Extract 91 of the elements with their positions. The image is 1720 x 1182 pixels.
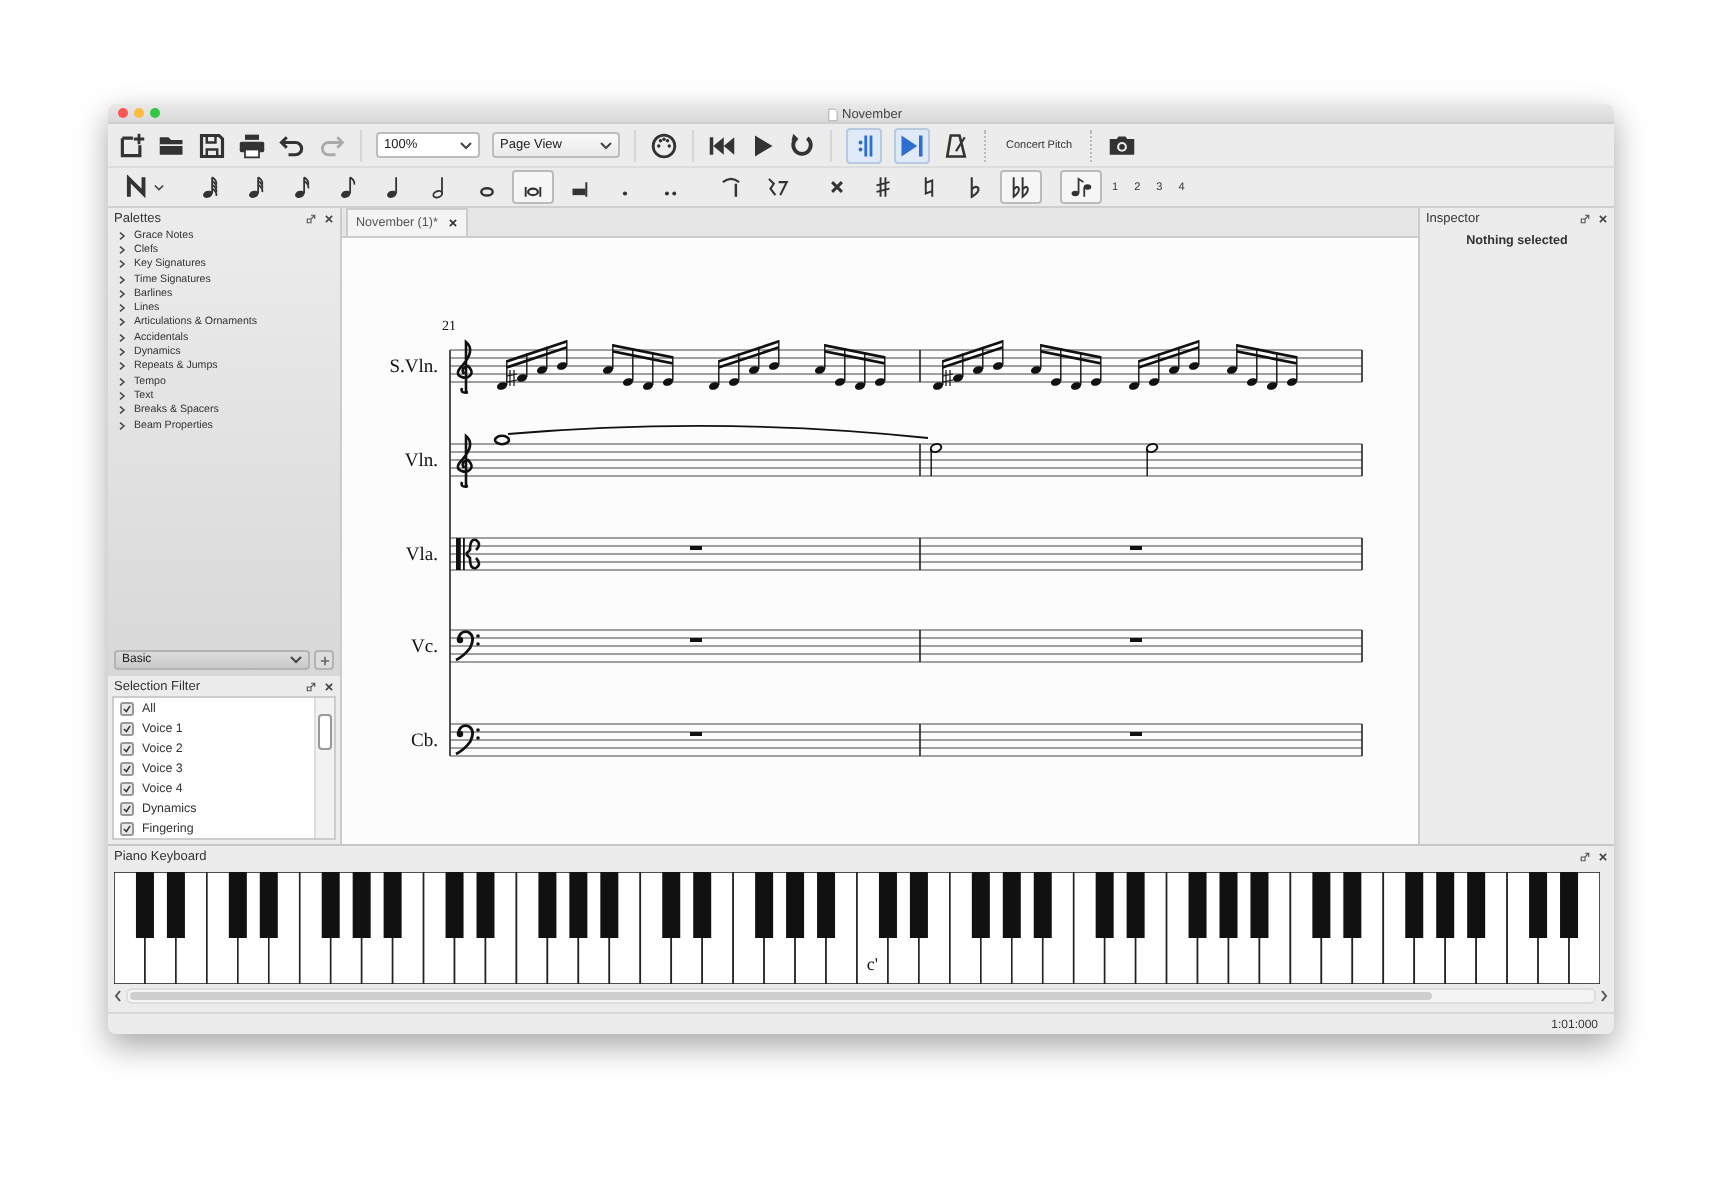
piano-key[interactable] — [1250, 872, 1269, 938]
piano-key[interactable] — [1560, 872, 1579, 938]
camera-icon[interactable] — [1108, 131, 1137, 159]
close-icon[interactable] — [324, 681, 334, 691]
piano-key[interactable] — [817, 872, 836, 938]
caret-icon — [290, 656, 302, 664]
float-icon[interactable] — [306, 213, 316, 223]
instrument-name: Vla. — [405, 546, 438, 566]
chevron-icon[interactable] — [118, 245, 126, 254]
piano-key[interactable] — [1343, 872, 1362, 938]
treble-clef-icon — [456, 434, 473, 490]
chevron-icon[interactable] — [118, 421, 126, 429]
double-flat-icon[interactable] — [1008, 174, 1034, 200]
chevron-icon[interactable] — [118, 377, 126, 386]
double-flat-button[interactable] — [1000, 170, 1042, 204]
checkbox[interactable] — [120, 821, 134, 835]
piano-key[interactable] — [1436, 872, 1455, 938]
chevron-icon[interactable] — [118, 318, 126, 327]
checkbox[interactable] — [120, 721, 134, 735]
piano-key[interactable] — [1312, 872, 1331, 938]
instrument-name: Vc. — [411, 638, 438, 658]
piano-key[interactable] — [1529, 872, 1548, 938]
metronome-icon[interactable] — [942, 131, 970, 159]
breve-button[interactable] — [512, 170, 554, 204]
piano-key[interactable] — [538, 872, 557, 938]
bass-clef-icon — [455, 630, 480, 662]
piano-key[interactable] — [786, 872, 805, 938]
caret-icon[interactable] — [154, 183, 164, 191]
caret-icon — [460, 141, 472, 149]
flip-direction-icon[interactable] — [1068, 174, 1094, 200]
play-to-bar-icon — [898, 131, 926, 159]
chevron-icon[interactable] — [118, 304, 126, 313]
bass-clef-icon — [455, 724, 480, 756]
chevron-icon[interactable] — [118, 348, 126, 357]
checkbox[interactable] — [120, 781, 134, 795]
pan-score-button[interactable] — [894, 127, 930, 163]
scrollbar[interactable] — [114, 988, 1608, 1004]
midi-icon[interactable] — [650, 131, 678, 159]
close-window-button[interactable] — [118, 108, 128, 118]
flip-direction-button[interactable] — [1060, 170, 1102, 204]
close-icon[interactable] — [1598, 851, 1608, 861]
piano-key[interactable] — [693, 872, 712, 938]
checkbox[interactable] — [120, 741, 134, 755]
chevron-icon[interactable] — [118, 231, 126, 240]
float-icon[interactable] — [1580, 851, 1590, 861]
new-file-icon[interactable] — [118, 131, 146, 159]
piano-key[interactable] — [755, 872, 774, 938]
chevron-icon[interactable] — [118, 406, 126, 415]
tie-icon[interactable] — [718, 174, 744, 200]
checkbox[interactable] — [120, 761, 134, 775]
folder-icon[interactable] — [158, 131, 186, 159]
chevron-icon[interactable] — [118, 391, 126, 400]
document-icon — [828, 107, 838, 121]
key-label: c' — [866, 954, 879, 974]
piano-key[interactable] — [569, 872, 588, 938]
chevron-icon[interactable] — [118, 260, 126, 269]
instrument-name: S.Vln. — [389, 358, 438, 378]
undo-icon[interactable] — [278, 131, 306, 159]
piano-key[interactable] — [600, 872, 619, 938]
print-icon[interactable] — [238, 131, 266, 159]
close-icon[interactable] — [1598, 213, 1608, 223]
rest-icon[interactable] — [764, 174, 790, 200]
scrollbar[interactable] — [314, 698, 334, 838]
scroll-left-icon[interactable] — [114, 990, 122, 1002]
treble-clef-icon — [456, 340, 473, 396]
alto-clef-icon — [456, 538, 481, 570]
repeat-playback-button[interactable] — [846, 127, 882, 163]
checkbox[interactable] — [120, 701, 134, 715]
note-input-icon[interactable] — [124, 174, 150, 200]
add-workspace-button[interactable] — [314, 650, 334, 670]
checkbox[interactable] — [120, 801, 134, 815]
close-icon[interactable] — [324, 213, 334, 223]
caret-icon — [600, 141, 612, 149]
rewind-icon[interactable] — [708, 131, 736, 159]
scroll-right-icon[interactable] — [1600, 990, 1608, 1002]
piano-key[interactable] — [1467, 872, 1486, 938]
float-icon[interactable] — [1580, 213, 1590, 223]
float-icon[interactable] — [306, 681, 316, 691]
save-icon[interactable] — [198, 131, 226, 159]
chevron-icon[interactable] — [118, 333, 126, 342]
instrument-name: Vln. — [404, 452, 438, 472]
instrument-name: Cb. — [411, 732, 438, 752]
sharp-icon[interactable] — [870, 174, 896, 200]
chevron-icon[interactable] — [118, 275, 126, 284]
piano-key[interactable] — [1405, 872, 1424, 938]
chevron-icon[interactable] — [118, 289, 126, 298]
chevron-icon[interactable] — [118, 362, 126, 371]
plus-icon — [319, 655, 329, 665]
close-icon[interactable] — [447, 218, 458, 228]
loop-icon[interactable] — [788, 131, 816, 159]
piano-key[interactable] — [662, 872, 681, 938]
